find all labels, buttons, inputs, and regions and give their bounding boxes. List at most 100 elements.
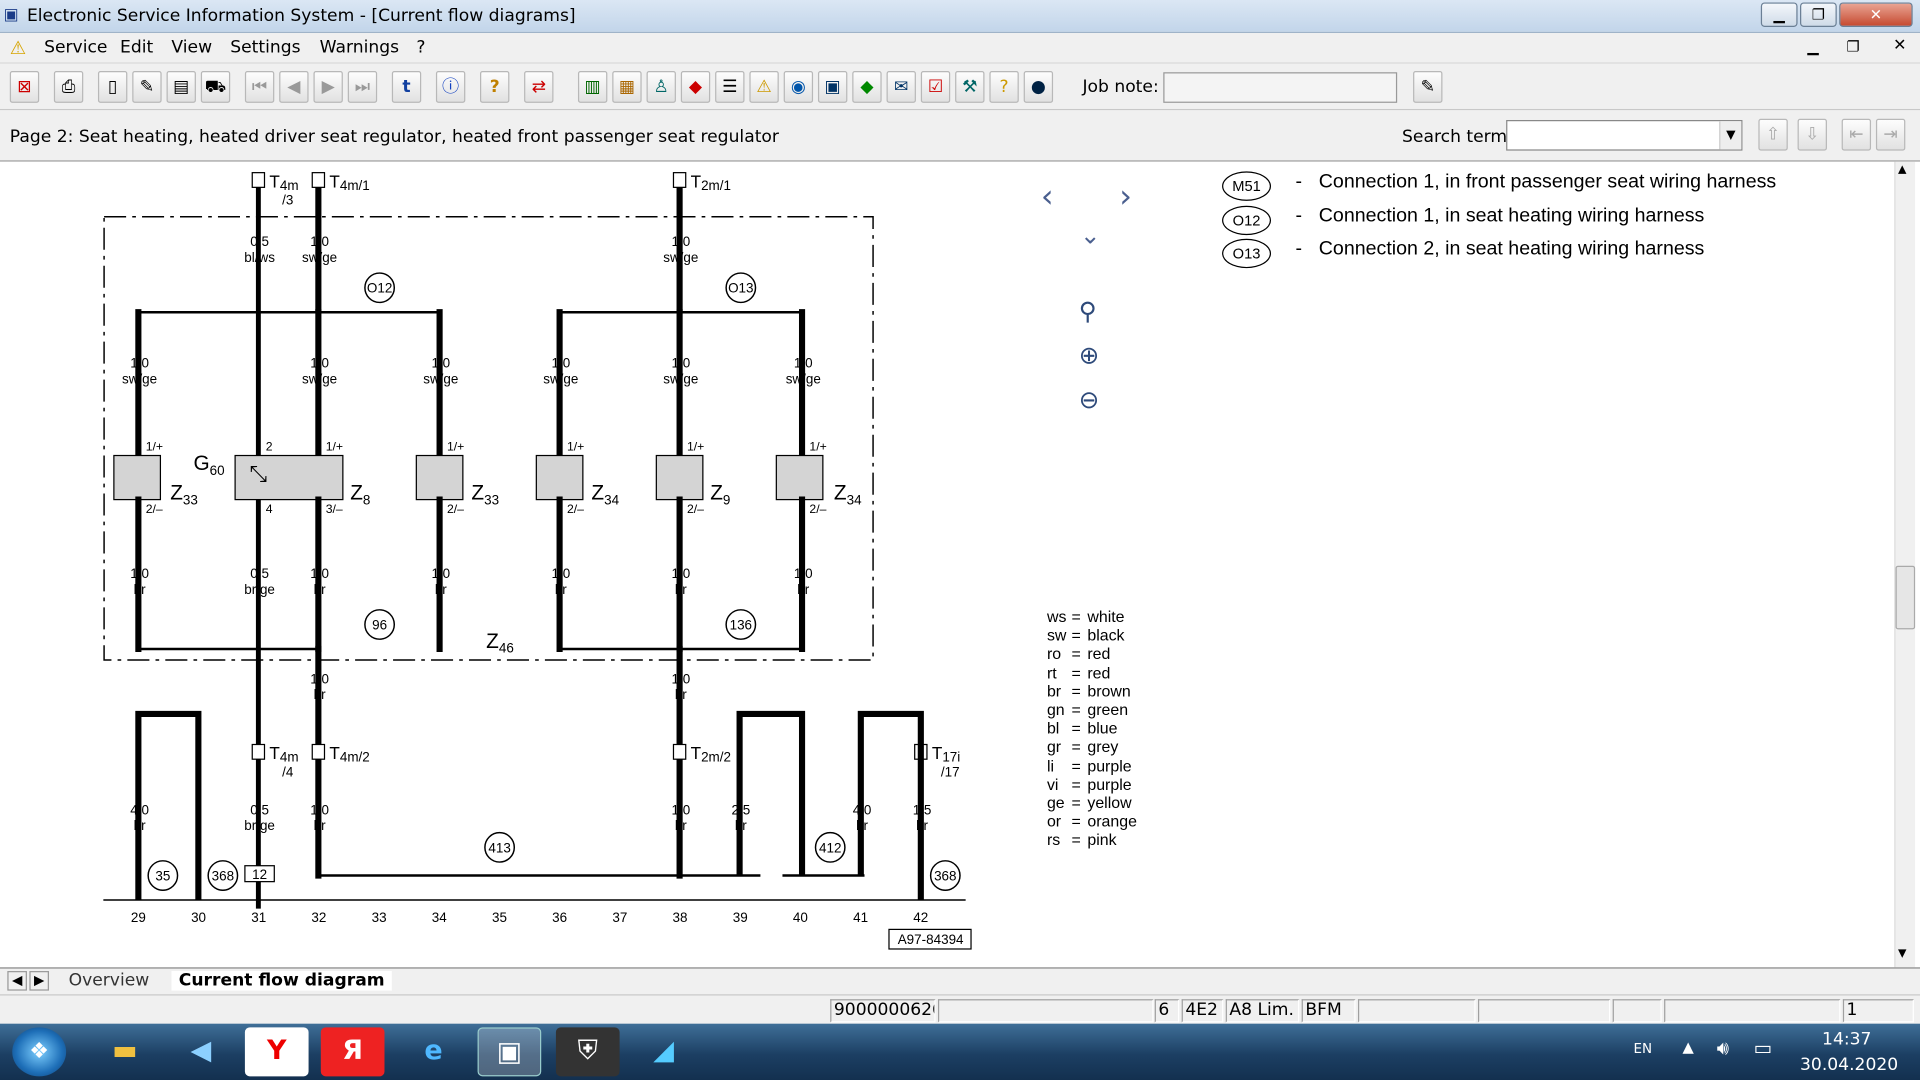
back-icon[interactable]: t [391, 71, 422, 103]
start-button[interactable]: ❖ [12, 1027, 67, 1077]
close-button[interactable]: ✕ [1839, 2, 1913, 27]
legend-code: gr [1046, 737, 1062, 756]
figure-id: A97-84394 [898, 932, 964, 947]
legend-item: br = brown [1047, 682, 1137, 701]
vertical-scrollbar[interactable]: ▲ ▼ [1894, 161, 1916, 968]
menu-help[interactable]: ? [416, 38, 425, 58]
next-page-icon[interactable]: › [1119, 179, 1132, 216]
mdi-close-icon[interactable]: ✕ [1893, 37, 1906, 55]
job-note-edit-icon[interactable]: ✎ [1413, 71, 1443, 103]
search-prev-icon[interactable]: ⇧ [1758, 118, 1788, 151]
sphere-icon[interactable]: ● [1023, 71, 1054, 103]
job-note-input[interactable] [1163, 72, 1398, 103]
legend-code: vi [1046, 774, 1059, 794]
yandex-browser-icon[interactable]: Y [244, 1027, 309, 1077]
network-icon[interactable]: ▭ [1753, 1036, 1772, 1059]
speaker-icon[interactable]: 🔊︎ [1717, 1036, 1729, 1060]
first-page-icon[interactable]: ⏮ [244, 71, 275, 103]
new-document-icon[interactable]: ▯ [97, 71, 128, 103]
page-down-icon[interactable]: ⌄ [1080, 220, 1101, 249]
legend-item: ws = white [1047, 607, 1137, 626]
explorer-icon[interactable]: ▬ [93, 1027, 157, 1076]
chevron-down-icon[interactable]: ▼ [1719, 121, 1742, 150]
language-indicator[interactable]: EN [1633, 1041, 1652, 1057]
text-icon[interactable]: ☰ [715, 71, 745, 103]
yandex-icon[interactable]: Я [320, 1027, 385, 1077]
menu-settings[interactable]: Settings [230, 38, 300, 58]
search-term-select[interactable]: ▼ [1506, 120, 1743, 151]
previous-icon[interactable]: ◀ [279, 71, 309, 103]
menu-view[interactable]: View [171, 38, 212, 58]
document-icon[interactable]: ▤ [166, 71, 196, 103]
connection-code: O13 [1222, 238, 1272, 269]
tools-icon[interactable]: ⚒ [955, 71, 985, 103]
wire-color: br [735, 818, 747, 833]
question-book-icon[interactable]: ? [989, 71, 1019, 103]
checklist-icon[interactable]: ☑ [920, 71, 951, 103]
elsa-app-icon[interactable]: ▣ [477, 1027, 542, 1077]
internet-explorer-icon[interactable]: e [402, 1027, 466, 1076]
zoom-in-icon[interactable]: ⊕ [1079, 340, 1100, 369]
info-icon[interactable]: ⓘ [435, 71, 466, 103]
scroll-down-icon[interactable]: ▼ [1898, 948, 1906, 960]
globe-icon[interactable]: ◉ [783, 71, 814, 103]
connector-marker [672, 743, 687, 760]
wiring-diagram[interactable]: T4m/3T4m/1 T2m/10,5bl/ws1,0sw/ge1,0sw/geO… [0, 162, 1920, 968]
edit-icon[interactable]: ✎ [132, 71, 162, 103]
legend-code: rt [1046, 663, 1057, 682]
car-icon[interactable]: ⛟ [200, 71, 231, 103]
reference-label: 368 [212, 868, 234, 883]
menu-warnings[interactable]: Warnings [320, 38, 399, 58]
maximize-button[interactable]: ❐ [1800, 2, 1837, 27]
search-next-icon[interactable]: ⇩ [1797, 118, 1827, 151]
warning-toolbar-icon[interactable]: ⚠ [749, 71, 779, 103]
minimize-button[interactable]: ▁ [1760, 2, 1798, 27]
wire-color: br [856, 818, 868, 833]
scroll-up-icon[interactable]: ▲ [1898, 164, 1906, 176]
wire-size: 1,0 [310, 566, 329, 581]
person-icon[interactable]: ♙ [646, 71, 676, 103]
legend-equals: = [1071, 644, 1081, 663]
scrollbar-thumb[interactable] [1895, 565, 1916, 630]
box-icon[interactable]: ▣ [817, 71, 848, 103]
tray-expand-icon[interactable]: ▲ [1682, 1038, 1693, 1055]
component-label: Z46 [486, 630, 514, 656]
app-icon-blue[interactable]: ◢ [632, 1027, 696, 1076]
wire-color: br/ge [244, 582, 275, 597]
tab-scroll-right-icon[interactable]: ▶ [29, 971, 49, 991]
wire-size: 1,0 [671, 671, 690, 686]
zoom-out-icon[interactable]: ⊖ [1079, 384, 1100, 413]
pin-label: 1/+ [146, 440, 163, 454]
book-icon[interactable]: ▥ [577, 71, 608, 103]
red-book-icon[interactable]: ◆ [680, 71, 711, 103]
connection-code: O12 [1222, 205, 1272, 235]
reference-label: 136 [730, 617, 752, 632]
magnify-icon[interactable]: ⚲ [1079, 296, 1097, 325]
expand-right-icon[interactable]: ⇥ [1875, 118, 1906, 151]
ground-loop [736, 710, 806, 876]
tab-scroll-left-icon[interactable]: ◀ [7, 971, 27, 991]
menu-edit[interactable]: Edit [120, 38, 153, 58]
legend-code: gn [1046, 700, 1065, 719]
volume-app-icon[interactable]: ◀ [169, 1027, 233, 1076]
messages-icon[interactable]: ✉ [886, 71, 916, 103]
green-book-icon[interactable]: ◆ [852, 71, 882, 103]
connector-label: T4m/1 [329, 171, 369, 192]
print-icon[interactable]: ⎙ [53, 71, 84, 103]
menu-service[interactable]: Service [44, 38, 107, 58]
collapse-left-icon[interactable]: ⇤ [1841, 118, 1872, 151]
grid-icon[interactable]: ▦ [612, 71, 642, 103]
track-number: 31 [251, 910, 266, 925]
mdi-minimize-icon[interactable]: ▁ [1807, 38, 1818, 55]
swap-icon[interactable]: ⇄ [524, 71, 554, 103]
previous-page-icon[interactable]: ‹ [1041, 179, 1054, 216]
game-icon[interactable]: ⛨ [555, 1027, 620, 1077]
legend-equals: = [1071, 718, 1081, 738]
exit-icon[interactable]: ⊠ [9, 71, 40, 103]
last-page-icon[interactable]: ⏭ [347, 71, 378, 103]
mdi-restore-icon[interactable]: ❐ [1847, 38, 1860, 55]
tab-overview[interactable]: Overview [69, 971, 150, 991]
next-icon[interactable]: ▶ [313, 71, 343, 103]
help-icon[interactable]: ? [480, 71, 510, 103]
tab-current-flow-diagram[interactable]: Current flow diagram [171, 971, 392, 991]
